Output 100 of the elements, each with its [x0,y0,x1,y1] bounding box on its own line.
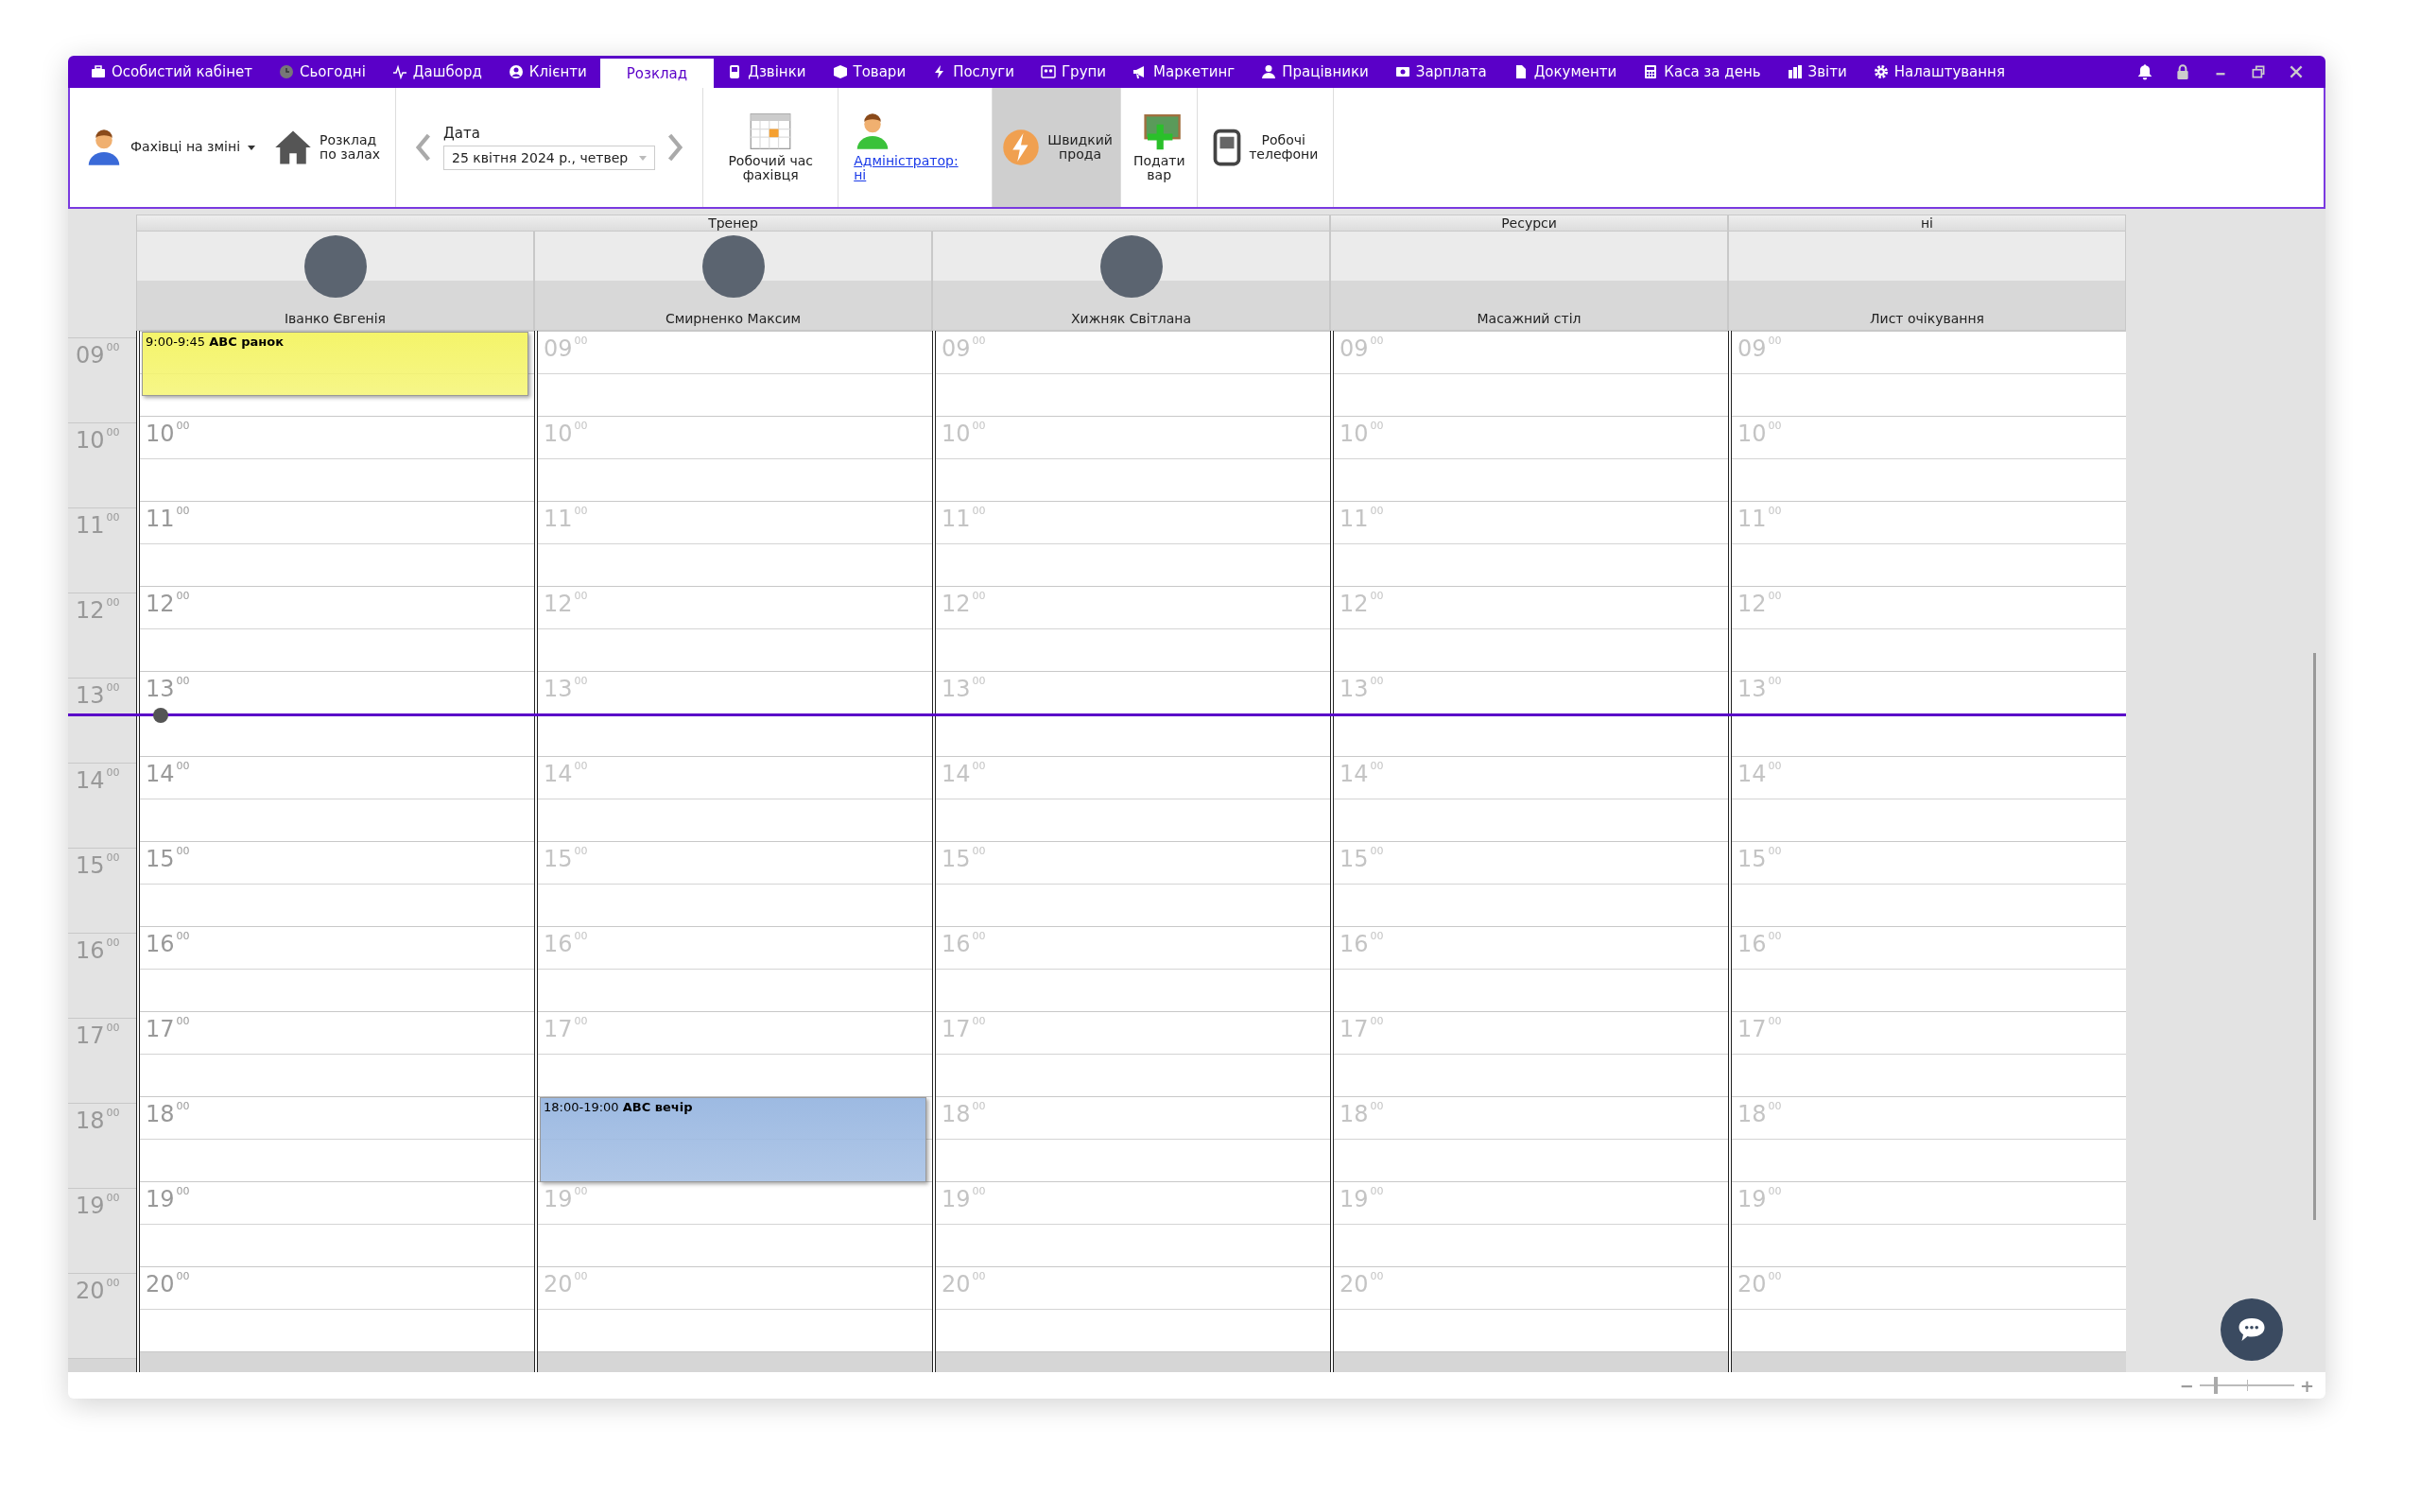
hour-label: 09 [1737,335,1767,363]
restore-icon[interactable] [2250,63,2267,80]
group-header: Ресурси [1330,215,1728,232]
column-name: Смирненко Максим [665,311,802,326]
menu-tab[interactable]: Групи [1027,56,1120,88]
minute-label: 00 [106,767,120,778]
hour-label: 12 [146,591,175,618]
hour-label: 11 [942,506,971,533]
minute-label: 00 [106,1278,120,1288]
hour-label: 15 [76,852,105,880]
user-icon [1261,64,1277,79]
quick-sale-button[interactable]: Швидкий прода [993,88,1121,207]
hour-label: 16 [1737,931,1767,958]
hour-label: 15 [942,846,971,873]
work-phones-button[interactable]: Робочі телефони [1203,88,1328,207]
briefcase-icon [91,64,106,79]
zoom-out-button[interactable]: − [2179,1375,2194,1396]
hour-label: 17 [146,1016,175,1043]
staff-dropdown[interactable]: Фахівці на змінi [76,88,266,207]
hour-label: 09 [942,335,971,363]
hour-label: 15 [146,846,175,873]
hour-label: 16 [1340,931,1369,958]
appointment-block[interactable]: 9:00-9:45 ABC ранок [142,332,528,396]
column-name: Іванко Євгенія [284,311,386,326]
menu-tab[interactable]: Працівники [1248,56,1382,88]
hour-label: 11 [1737,506,1767,533]
minute-label: 00 [176,1101,190,1111]
menu-tab[interactable]: Дзвінки [714,56,820,88]
menu-tab[interactable]: Звіти [1773,56,1860,88]
minute-label: 00 [106,342,120,352]
hour-label: 12 [544,591,573,618]
minute-label: 00 [176,1016,190,1026]
minute-label: 00 [106,1108,120,1118]
hour-label: 10 [76,427,105,455]
hour-label: 18 [1340,1101,1369,1128]
minute-label: 00 [176,676,190,686]
hour-label: 10 [544,421,573,448]
minute-label: 00 [176,1186,190,1196]
hour-label: 10 [942,421,971,448]
hour-label: 14 [1340,761,1369,788]
hour-label: 13 [1737,676,1767,703]
hour-label: 18 [76,1108,105,1135]
menu-tab[interactable]: Каса за день [1630,56,1774,88]
close-icon[interactable] [2288,63,2305,80]
hour-label: 11 [76,512,105,540]
menu-tab[interactable]: Дашборд [378,56,495,88]
hour-label: 15 [1737,846,1767,873]
menu-tab[interactable]: Клієнти [494,56,600,88]
hour-label: 16 [942,931,971,958]
administrator-link[interactable]: Адміністратор: ні [854,153,959,183]
group-header: ні [1728,215,2126,232]
hour-label: 16 [146,931,175,958]
hour-label: 17 [76,1022,105,1050]
scrollbar[interactable] [2313,653,2316,1220]
hour-label: 15 [544,846,573,873]
menu-tab[interactable]: Товари [819,56,920,88]
bell-icon[interactable] [2136,63,2153,80]
menu-tab[interactable]: Сьогодні [265,56,379,88]
menu-tab[interactable]: Документи [1499,56,1631,88]
hour-label: 19 [146,1186,175,1213]
minute-label: 00 [106,512,120,523]
minute-label: 00 [176,761,190,771]
lock-icon[interactable] [2174,63,2191,80]
menu-tab[interactable]: Налаштування [1859,56,2018,88]
work-time-button[interactable]: Робочий час фахівця [709,88,833,207]
hour-label: 14 [76,767,105,795]
minute-label: 00 [106,937,120,948]
hour-label: 12 [76,597,105,625]
menu-tab[interactable]: Послуги [919,56,1028,88]
hour-label: 12 [1737,591,1767,618]
slider-thumb[interactable] [2213,1377,2218,1394]
hour-label: 12 [942,591,971,618]
menu-tab[interactable]: Особистий кабінет [78,56,266,88]
date-picker-field[interactable]: 25 квітня 2024 р., четвер [443,146,656,170]
hour-label: 12 [1340,591,1369,618]
hour-label: 14 [942,761,971,788]
user-circle-icon [508,64,524,79]
hour-label: 10 [1340,421,1369,448]
hour-label: 13 [1340,676,1369,703]
zoom-in-button[interactable]: + [2299,1375,2314,1396]
house-icon [274,129,313,166]
column-name: Масажний стіл [1477,311,1582,326]
minute-label: 00 [106,1193,120,1203]
minute-label: 00 [176,421,190,431]
calculator-icon [1643,64,1659,79]
hour-label: 09 [544,335,573,363]
cash-icon [1394,64,1410,79]
calendar-icon [750,112,792,150]
rooms-schedule-button[interactable]: Розклад по залах [265,88,390,207]
menu-tab[interactable]: Зарплата [1381,56,1500,88]
hour-label: 13 [544,676,573,703]
hour-label: 17 [1737,1016,1767,1043]
minute-label: 00 [176,931,190,941]
hour-label: 20 [1340,1271,1369,1298]
hour-label: 10 [1737,421,1767,448]
lightning-icon [1002,129,1041,166]
menu-tab[interactable]: Маркетинг [1119,56,1249,88]
minute-label: 00 [176,1271,190,1281]
menu-tab[interactable]: Розклад [599,59,715,88]
add-product-button[interactable]: Подати вар [1121,88,1198,207]
